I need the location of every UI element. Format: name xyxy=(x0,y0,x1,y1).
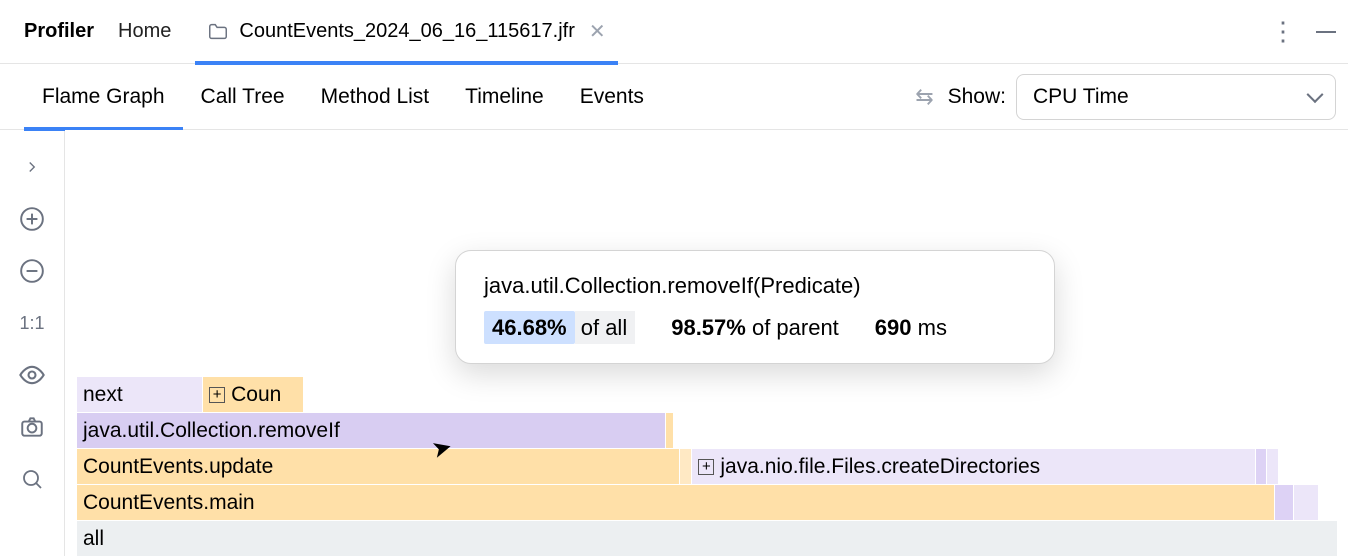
tab-method-list[interactable]: Method List xyxy=(303,64,448,129)
flame-row: CountEvents.update + java.nio.file.Files.c… xyxy=(77,448,1338,484)
zoom-in-icon[interactable] xyxy=(17,204,47,234)
flame-frame[interactable] xyxy=(680,448,693,484)
search-icon[interactable] xyxy=(17,464,47,494)
flame-frame-label: next xyxy=(83,383,123,406)
tooltip-pct-parent: 98.57% xyxy=(671,315,746,340)
tooltip-time: 690 xyxy=(875,315,912,340)
visibility-icon[interactable] xyxy=(17,360,47,390)
close-icon[interactable]: ✕ xyxy=(585,19,606,44)
flame-frame[interactable]: + java.nio.file.Files.createDirectories xyxy=(692,448,1256,484)
tooltip-of-all: of all xyxy=(575,311,636,344)
expand-right-icon[interactable] xyxy=(17,152,47,182)
flame-frame-label: java.nio.file.Files.createDirectories xyxy=(720,455,1040,478)
tab-call-tree[interactable]: Call Tree xyxy=(183,64,303,129)
tab-home[interactable]: Home xyxy=(118,20,171,43)
view-tabs: Flame Graph Call Tree Method List Timeli… xyxy=(0,64,1348,130)
zoom-out-icon[interactable] xyxy=(17,256,47,286)
tooltip-pct-all: 46.68% xyxy=(492,315,567,340)
flame-row: java.util.Collection.removeIf xyxy=(77,412,1338,448)
expand-icon[interactable]: + xyxy=(209,387,225,403)
flame-frame[interactable] xyxy=(1275,484,1294,520)
one-to-one-icon[interactable]: 1:1 xyxy=(17,308,47,338)
tooltip-time-unit: ms xyxy=(912,315,947,340)
tooltip-stats: 46.68% of all 98.57% of parent 690 ms xyxy=(484,315,1026,341)
flame-frame[interactable] xyxy=(1267,448,1278,484)
folder-icon xyxy=(207,21,229,43)
flame-frame-label: CountEvents.main xyxy=(83,491,255,514)
flame-frame[interactable] xyxy=(666,412,675,448)
file-tab-label: CountEvents_2024_06_16_115617.jfr xyxy=(239,20,574,43)
flame-frame-label: java.util.Collection.removeIf xyxy=(83,419,340,442)
flame-frame[interactable]: next xyxy=(77,376,203,412)
show-label: Show: xyxy=(948,85,1006,109)
tooltip-of-parent: of parent xyxy=(746,315,839,340)
flame-frame[interactable] xyxy=(1256,448,1267,484)
flame-frame-label: CountEvents.update xyxy=(83,455,273,478)
expand-icon[interactable]: + xyxy=(698,459,714,475)
flame-frame[interactable]: all xyxy=(77,520,1338,556)
swap-icon[interactable]: ⇆ xyxy=(915,84,933,110)
app-name: Profiler xyxy=(24,20,94,43)
show-select[interactable]: CPU Time xyxy=(1016,74,1336,120)
tooltip-title: java.util.Collection.removeIf(Predicate) xyxy=(484,273,1026,299)
flame-row: next + Coun xyxy=(77,376,1338,412)
flame-frame[interactable]: CountEvents.update xyxy=(77,448,680,484)
flame-frame[interactable]: CountEvents.main xyxy=(77,484,1275,520)
minimize-icon[interactable] xyxy=(1316,31,1336,33)
tab-flame-graph[interactable]: Flame Graph xyxy=(24,66,183,131)
flame-frame-label: all xyxy=(83,527,104,550)
titlebar: Profiler Home CountEvents_2024_06_16_115… xyxy=(0,0,1348,64)
flame-frame[interactable]: + Coun xyxy=(203,376,304,412)
flame-frame[interactable]: java.util.Collection.removeIf xyxy=(77,412,666,448)
tab-events[interactable]: Events xyxy=(562,64,662,129)
tab-file[interactable]: CountEvents_2024_06_16_115617.jfr ✕ xyxy=(195,2,617,65)
side-toolbar: 1:1 xyxy=(0,130,65,556)
flame-row: all xyxy=(77,520,1338,556)
flame-frame[interactable] xyxy=(1294,484,1319,520)
screenshot-icon[interactable] xyxy=(17,412,47,442)
kebab-menu-icon[interactable]: ⋮ xyxy=(1270,16,1292,47)
flame-row: CountEvents.main xyxy=(77,484,1338,520)
window-controls: ⋮ xyxy=(1270,16,1336,47)
frame-tooltip: java.util.Collection.removeIf(Predicate)… xyxy=(455,250,1055,364)
show-select-value: CPU Time xyxy=(1033,85,1129,108)
flame-frame-label: Coun xyxy=(231,383,281,406)
flame-stack: next + Coun java.util.Collection.removeIf Co… xyxy=(77,376,1338,556)
tab-timeline[interactable]: Timeline xyxy=(447,64,562,129)
